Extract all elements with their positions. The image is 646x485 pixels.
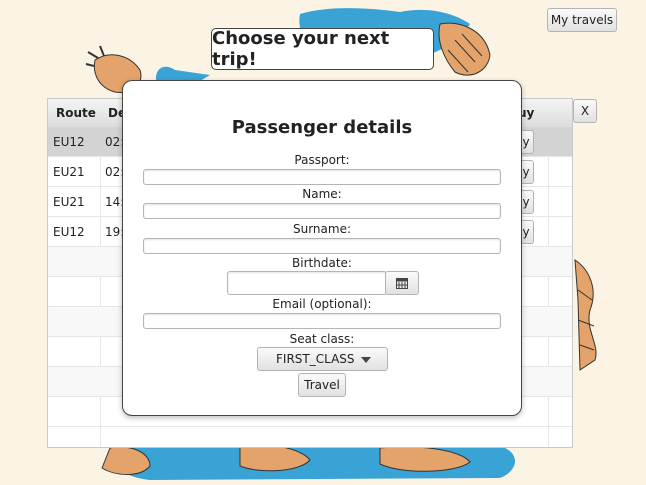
email-field[interactable]: [143, 313, 501, 329]
seat-class-value: FIRST_CLASS: [276, 352, 355, 366]
route-cell: EU21: [53, 165, 85, 179]
my-travels-button[interactable]: My travels: [547, 8, 617, 32]
passenger-details-dialog: Passenger details Passport: Name: Surnam…: [122, 80, 522, 416]
dialog-title: Passenger details: [231, 117, 413, 138]
chevron-down-icon: [361, 357, 371, 363]
travel-button[interactable]: Travel: [298, 373, 346, 397]
surname-field[interactable]: [143, 238, 501, 254]
passport-field[interactable]: [143, 169, 501, 185]
column-header-route[interactable]: Route: [48, 99, 100, 127]
route-cell: EU21: [53, 195, 85, 209]
passport-label: Passport:: [294, 153, 350, 167]
seat-class-label: Seat class:: [289, 332, 355, 346]
birthdate-field[interactable]: [227, 271, 387, 295]
route-cell: EU12: [53, 135, 85, 149]
close-button[interactable]: X: [573, 99, 597, 123]
page-title: Choose your next trip!: [211, 28, 434, 70]
calendar-icon: [396, 277, 408, 289]
seat-class-select[interactable]: FIRST_CLASS: [257, 347, 388, 371]
birthdate-label: Birthdate:: [292, 256, 352, 270]
date-picker-button[interactable]: [385, 271, 419, 295]
route-cell: EU12: [53, 225, 85, 239]
name-field[interactable]: [143, 203, 501, 219]
email-label: Email (optional):: [272, 297, 372, 311]
name-label: Name:: [302, 187, 342, 201]
surname-label: Surname:: [292, 222, 352, 236]
